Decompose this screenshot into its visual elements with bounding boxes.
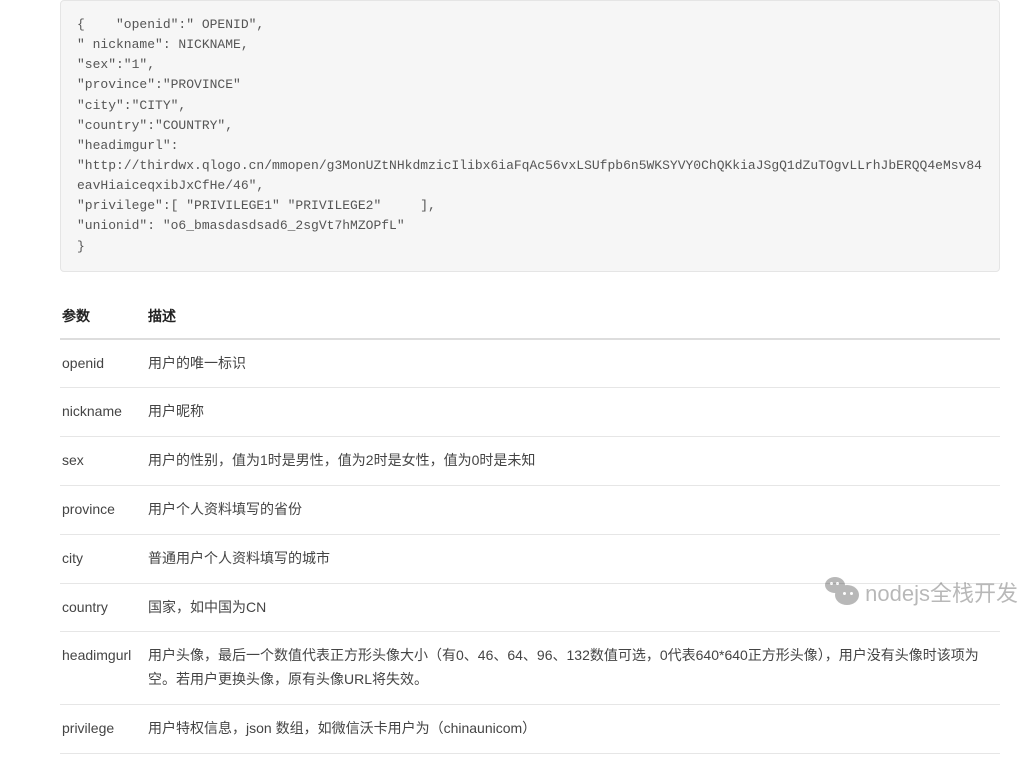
desc-cell: 普通用户个人资料填写的城市 <box>146 534 1000 583</box>
param-cell: nickname <box>60 388 146 437</box>
table-row: openid 用户的唯一标识 <box>60 339 1000 388</box>
desc-cell: 用户昵称 <box>146 388 1000 437</box>
param-cell: openid <box>60 339 146 388</box>
table-header-row: 参数 描述 <box>60 294 1000 339</box>
param-cell: city <box>60 534 146 583</box>
table-row: province 用户个人资料填写的省份 <box>60 486 1000 535</box>
desc-cell: 用户的唯一标识 <box>146 339 1000 388</box>
param-cell: privilege <box>60 705 146 754</box>
desc-cell: 用户的性别，值为1时是男性，值为2时是女性，值为0时是未知 <box>146 437 1000 486</box>
param-cell: country <box>60 583 146 632</box>
json-response-code: { "openid":" OPENID", " nickname": NICKN… <box>60 0 1000 272</box>
params-table: 参数 描述 openid 用户的唯一标识 nickname 用户昵称 sex 用… <box>60 294 1000 754</box>
desc-cell: 用户个人资料填写的省份 <box>146 486 1000 535</box>
param-cell: province <box>60 486 146 535</box>
desc-cell: 用户头像，最后一个数值代表正方形头像大小（有0、46、64、96、132数值可选… <box>146 632 1000 705</box>
table-row: privilege 用户特权信息，json 数组，如微信沃卡用户为（chinau… <box>60 705 1000 754</box>
header-param: 参数 <box>60 294 146 339</box>
header-desc: 描述 <box>146 294 1000 339</box>
param-cell: headimgurl <box>60 632 146 705</box>
table-row: city 普通用户个人资料填写的城市 <box>60 534 1000 583</box>
param-cell: sex <box>60 437 146 486</box>
table-row: headimgurl 用户头像，最后一个数值代表正方形头像大小（有0、46、64… <box>60 632 1000 705</box>
desc-cell: 国家，如中国为CN <box>146 583 1000 632</box>
table-row: sex 用户的性别，值为1时是男性，值为2时是女性，值为0时是未知 <box>60 437 1000 486</box>
table-row: country 国家，如中国为CN <box>60 583 1000 632</box>
table-row: nickname 用户昵称 <box>60 388 1000 437</box>
desc-cell: 用户特权信息，json 数组，如微信沃卡用户为（chinaunicom） <box>146 705 1000 754</box>
